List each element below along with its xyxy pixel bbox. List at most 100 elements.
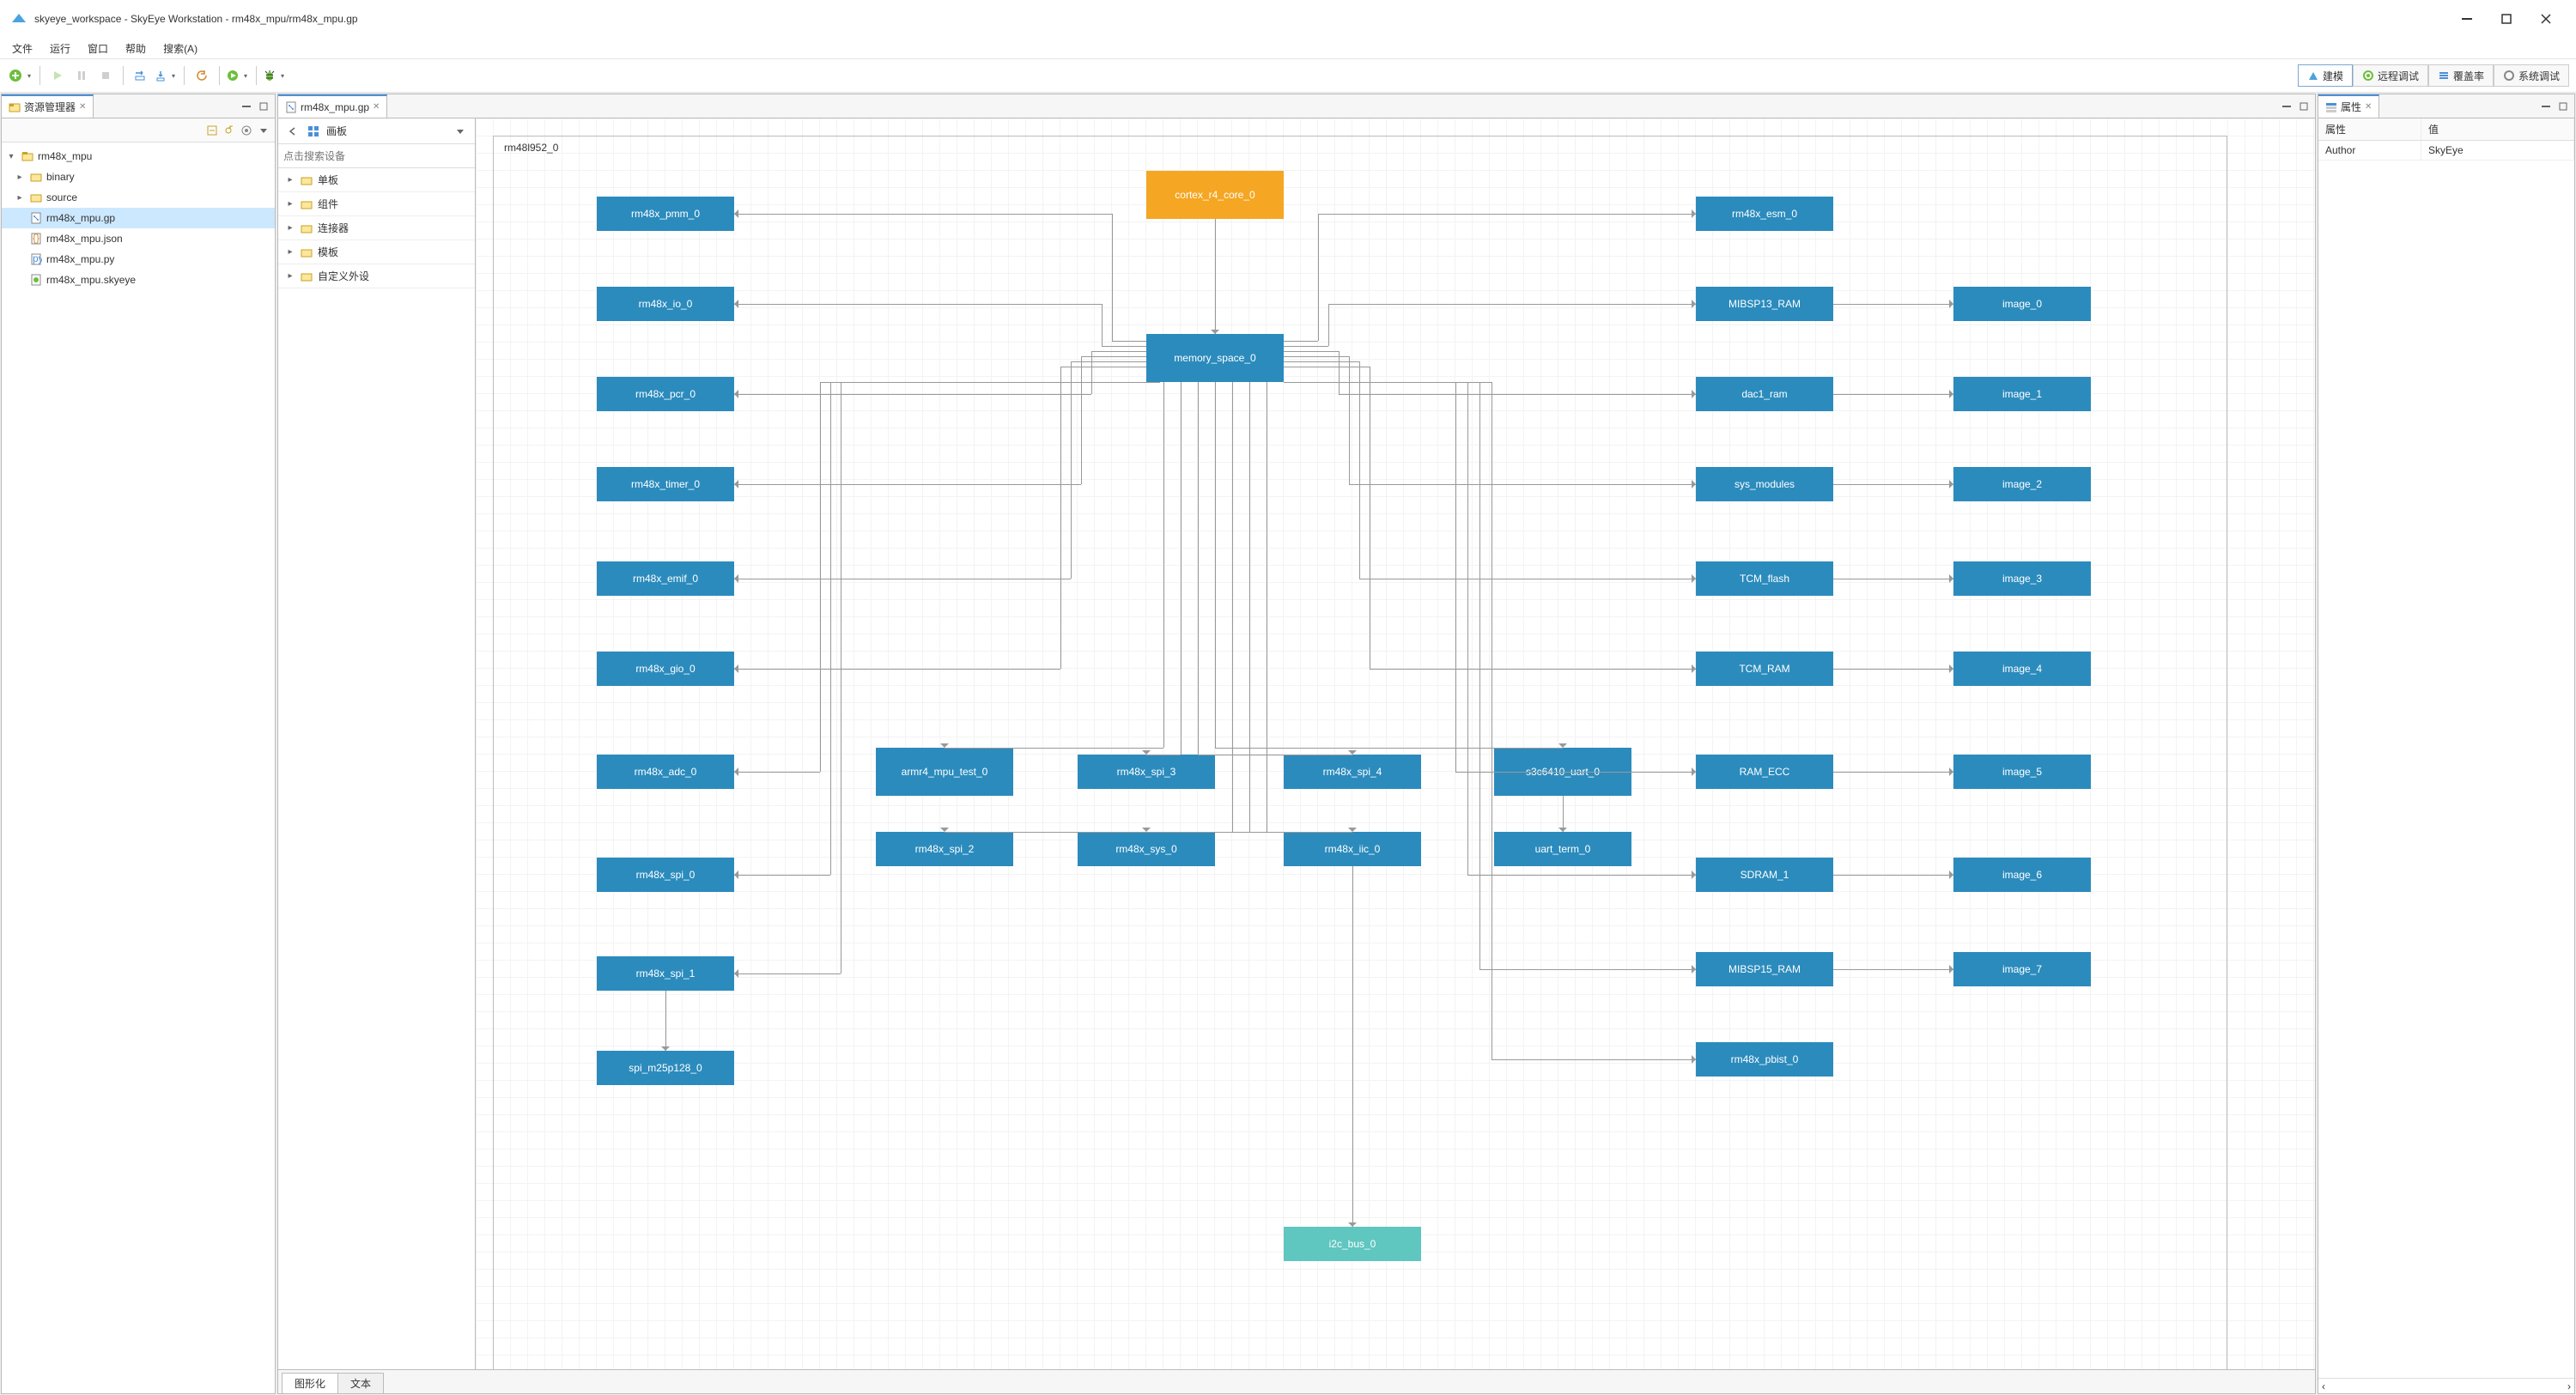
diagram-node-image_2[interactable]: image_2	[1953, 467, 2091, 501]
editor-bottom-tab-text[interactable]: 文本	[337, 1373, 384, 1393]
diagram-node-uart_term_0[interactable]: uart_term_0	[1494, 832, 1631, 866]
editor-bottom-tab-graph[interactable]: 图形化	[282, 1373, 338, 1393]
diagram-node-rm48x_io_0[interactable]: rm48x_io_0	[597, 287, 734, 321]
diagram-canvas-scroll[interactable]: rm48l952_0 cortex_r4_core_0memory_space_…	[476, 118, 2315, 1369]
expand-icon[interactable]: ▸	[14, 193, 26, 203]
maximize-pane-button[interactable]	[256, 99, 271, 114]
diagram-node-image_6[interactable]: image_6	[1953, 858, 2091, 892]
menu-window[interactable]: 窗口	[81, 39, 115, 58]
minimize-pane-button[interactable]	[2279, 99, 2294, 114]
run-config-button[interactable]	[226, 64, 250, 87]
palette-search[interactable]	[278, 144, 475, 168]
stop-button[interactable]	[94, 64, 117, 87]
menu-search[interactable]: 搜索(A)	[156, 39, 204, 58]
window-maximize-button[interactable]	[2487, 6, 2526, 32]
diagram-node-MIBSP13_RAM[interactable]: MIBSP13_RAM	[1696, 287, 1833, 321]
diagram-node-MIBSP15_RAM[interactable]: MIBSP15_RAM	[1696, 952, 1833, 986]
run-button[interactable]	[46, 64, 69, 87]
tree-file-py[interactable]: py rm48x_mpu.py	[2, 249, 275, 270]
tree-folder-source[interactable]: ▸ source	[2, 187, 275, 208]
diagram-node-image_0[interactable]: image_0	[1953, 287, 2091, 321]
diagram-node-rm48x_spi_2[interactable]: rm48x_spi_2	[876, 832, 1013, 866]
diagram-node-rm48x_emif_0[interactable]: rm48x_emif_0	[597, 561, 734, 596]
diagram-node-rm48x_gio_0[interactable]: rm48x_gio_0	[597, 652, 734, 686]
diagram-canvas[interactable]: rm48l952_0 cortex_r4_core_0memory_space_…	[493, 136, 2227, 1369]
tree-project[interactable]: ▾ rm48x_mpu	[2, 146, 275, 167]
window-minimize-button[interactable]	[2447, 6, 2487, 32]
pause-button[interactable]	[70, 64, 93, 87]
resource-explorer-tab[interactable]: 资源管理器 ✕	[2, 94, 94, 118]
menu-run[interactable]: 运行	[43, 39, 77, 58]
diagram-node-TCM_RAM[interactable]: TCM_RAM	[1696, 652, 1833, 686]
tree-folder-binary[interactable]: ▸ binary	[2, 167, 275, 187]
diagram-node-rm48x_sys_0[interactable]: rm48x_sys_0	[1078, 832, 1215, 866]
editor-tab[interactable]: rm48x_mpu.gp ✕	[278, 94, 387, 118]
property-row[interactable]: AuthorSkyEye	[2318, 141, 2574, 161]
diagram-node-dac1_ram[interactable]: dac1_ram	[1696, 377, 1833, 411]
properties-rows[interactable]: AuthorSkyEye	[2318, 141, 2574, 1378]
perspective-model[interactable]: 建模	[2298, 64, 2353, 87]
close-tab-icon[interactable]: ✕	[373, 102, 380, 112]
palette-back-button[interactable]	[285, 124, 301, 139]
palette-item-custom[interactable]: ▸自定义外设	[278, 264, 475, 288]
window-close-button[interactable]	[2526, 6, 2566, 32]
link-editor-button[interactable]	[222, 123, 237, 138]
tree-file-json[interactable]: {} rm48x_mpu.json	[2, 228, 275, 249]
diagram-node-memory_space_0[interactable]: memory_space_0	[1146, 334, 1284, 382]
palette-item-board[interactable]: ▸单板	[278, 168, 475, 192]
collapse-all-button[interactable]	[204, 123, 220, 138]
view-menu-button[interactable]	[256, 123, 271, 138]
diagram-node-rm48x_pbist_0[interactable]: rm48x_pbist_0	[1696, 1042, 1833, 1077]
diagram-node-rm48x_pmm_0[interactable]: rm48x_pmm_0	[597, 197, 734, 231]
step-over-button[interactable]	[130, 64, 152, 87]
focus-button[interactable]	[239, 123, 254, 138]
properties-tab[interactable]: 属性 ✕	[2318, 94, 2379, 118]
diagram-node-TCM_flash[interactable]: TCM_flash	[1696, 561, 1833, 596]
palette-item-component[interactable]: ▸组件	[278, 192, 475, 216]
diagram-node-i2c_bus_0[interactable]: i2c_bus_0	[1284, 1227, 1421, 1261]
palette-item-template[interactable]: ▸模板	[278, 240, 475, 264]
scroll-right-icon[interactable]: ›	[2567, 1380, 2571, 1392]
diagram-node-spi_m25p128_0[interactable]: spi_m25p128_0	[597, 1051, 734, 1085]
step-into-button[interactable]	[154, 64, 178, 87]
diagram-node-rm48x_esm_0[interactable]: rm48x_esm_0	[1696, 197, 1833, 231]
new-button[interactable]	[8, 64, 33, 87]
minimize-pane-button[interactable]	[2538, 99, 2554, 114]
diagram-node-rm48x_pcr_0[interactable]: rm48x_pcr_0	[597, 377, 734, 411]
diagram-node-rm48x_timer_0[interactable]: rm48x_timer_0	[597, 467, 734, 501]
menu-help[interactable]: 帮助	[118, 39, 153, 58]
debug-config-button[interactable]	[263, 64, 287, 87]
maximize-pane-button[interactable]	[2296, 99, 2312, 114]
project-tree[interactable]: ▾ rm48x_mpu ▸ binary ▸ source rm48x_mpu.…	[2, 143, 275, 1393]
maximize-pane-button[interactable]	[2555, 99, 2571, 114]
palette-collapse-button[interactable]	[453, 124, 468, 139]
perspective-coverage[interactable]: 覆盖率	[2428, 64, 2494, 87]
palette-item-connector[interactable]: ▸连接器	[278, 216, 475, 240]
diagram-node-SDRAM_1[interactable]: SDRAM_1	[1696, 858, 1833, 892]
diagram-node-cortex_r4_core_0[interactable]: cortex_r4_core_0	[1146, 171, 1284, 219]
menu-file[interactable]: 文件	[5, 39, 39, 58]
tree-file-gp[interactable]: rm48x_mpu.gp	[2, 208, 275, 228]
refresh-button[interactable]	[191, 64, 213, 87]
diagram-node-rm48x_spi_4[interactable]: rm48x_spi_4	[1284, 755, 1421, 789]
minimize-pane-button[interactable]	[239, 99, 254, 114]
diagram-node-sys_modules[interactable]: sys_modules	[1696, 467, 1833, 501]
diagram-node-rm48x_adc_0[interactable]: rm48x_adc_0	[597, 755, 734, 789]
diagram-node-image_7[interactable]: image_7	[1953, 952, 2091, 986]
perspective-sys-debug[interactable]: 系统调试	[2494, 64, 2569, 87]
diagram-node-rm48x_spi_3[interactable]: rm48x_spi_3	[1078, 755, 1215, 789]
diagram-node-armr4_mpu_test_0[interactable]: armr4_mpu_test_0	[876, 748, 1013, 796]
diagram-node-image_1[interactable]: image_1	[1953, 377, 2091, 411]
perspective-remote-debug[interactable]: 远程调试	[2353, 64, 2428, 87]
diagram-node-image_4[interactable]: image_4	[1953, 652, 2091, 686]
scroll-left-icon[interactable]: ‹	[2322, 1380, 2325, 1392]
diagram-node-rm48x_spi_1[interactable]: rm48x_spi_1	[597, 956, 734, 991]
diagram-node-image_3[interactable]: image_3	[1953, 561, 2091, 596]
palette-search-input[interactable]	[283, 150, 470, 162]
diagram-node-RAM_ECC[interactable]: RAM_ECC	[1696, 755, 1833, 789]
diagram-node-rm48x_iic_0[interactable]: rm48x_iic_0	[1284, 832, 1421, 866]
diagram-node-rm48x_spi_0[interactable]: rm48x_spi_0	[597, 858, 734, 892]
expand-icon[interactable]: ▾	[5, 152, 17, 161]
expand-icon[interactable]: ▸	[14, 173, 26, 182]
diagram-node-image_5[interactable]: image_5	[1953, 755, 2091, 789]
